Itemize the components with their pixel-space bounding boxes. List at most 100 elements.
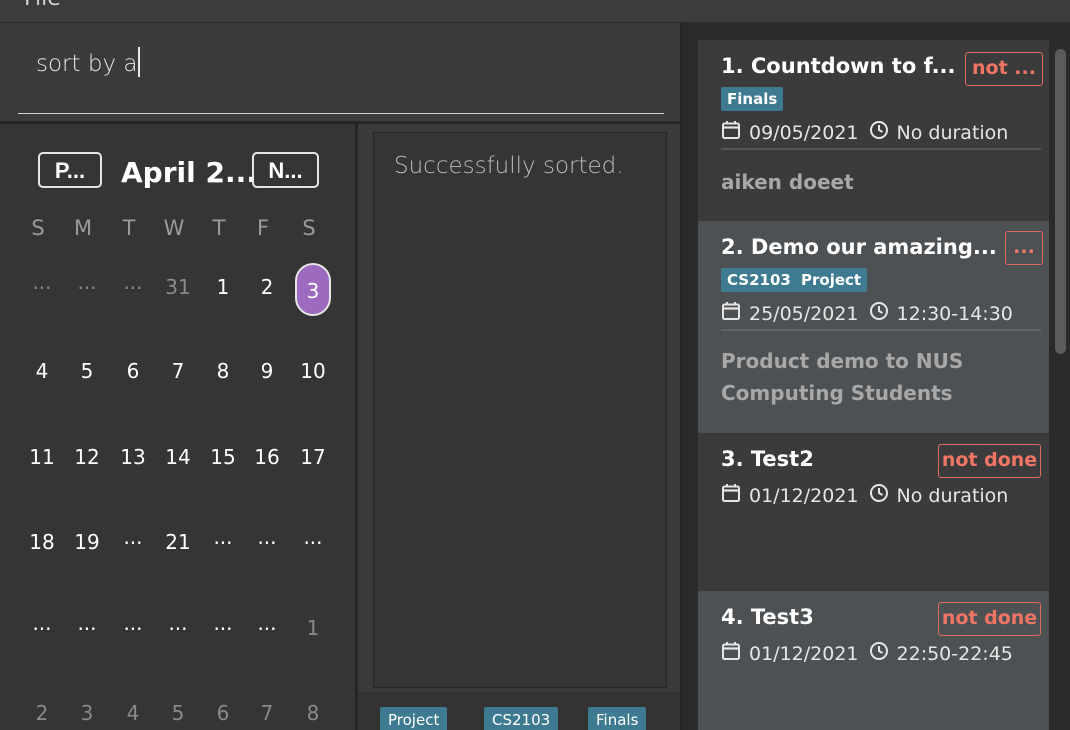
status-badge: ... bbox=[1005, 231, 1043, 265]
calendar-day-other-month[interactable]: ... bbox=[67, 270, 107, 294]
task-card[interactable]: 4. Test3 not done 01/12/2021 22:50-22:45 bbox=[698, 591, 1049, 730]
calendar-day[interactable]: 9 bbox=[247, 359, 287, 383]
calendar-day[interactable]: 5 bbox=[67, 359, 107, 383]
task-duration: No duration bbox=[896, 484, 1009, 507]
scrollbar[interactable] bbox=[1051, 23, 1070, 730]
calendar-day[interactable]: 15 bbox=[203, 445, 243, 469]
card-divider bbox=[721, 329, 1041, 331]
task-tag: Finals bbox=[721, 87, 784, 111]
task-title: 1. Countdown to f... bbox=[721, 54, 956, 78]
task-date: 25/05/2021 bbox=[749, 302, 859, 325]
weekday-label: S bbox=[31, 216, 45, 240]
task-title: 2. Demo our amazing... bbox=[721, 235, 997, 259]
task-duration: No duration bbox=[896, 121, 1009, 144]
result-message: Successfully sorted. bbox=[394, 153, 624, 179]
calendar-day[interactable]: 10 bbox=[293, 359, 333, 383]
calendar-day-other-month[interactable]: ... bbox=[22, 270, 62, 294]
result-display: Successfully sorted. bbox=[373, 132, 667, 688]
calendar-day[interactable]: 17 bbox=[293, 445, 333, 469]
task-duration: 12:30-14:30 bbox=[896, 302, 1013, 325]
calendar-day[interactable]: 2 bbox=[247, 275, 287, 299]
command-text[interactable]: sort by a bbox=[36, 47, 140, 77]
calendar-day[interactable]: 8 bbox=[203, 359, 243, 383]
status-badge: not done bbox=[938, 602, 1041, 636]
clock-icon bbox=[869, 120, 889, 145]
task-meta: 25/05/2021 12:30-14:30 bbox=[721, 301, 1013, 326]
calendar-day[interactable]: ... bbox=[247, 611, 287, 635]
calendar-day-other-month[interactable]: 5 bbox=[158, 701, 198, 725]
calendar-day-today[interactable]: 3 bbox=[295, 263, 331, 316]
calendar-day-other-month[interactable]: ... bbox=[113, 270, 153, 294]
next-month-button[interactable]: N... bbox=[252, 152, 319, 188]
task-card[interactable]: 3. Test2 not done 01/12/2021 No duration bbox=[698, 433, 1049, 591]
tag-filter-project[interactable]: Project bbox=[380, 707, 448, 730]
weekday-label: F bbox=[256, 216, 270, 240]
status-badge: not ... bbox=[965, 52, 1043, 86]
weekday-label: S bbox=[302, 216, 316, 240]
task-description: aiken doeet bbox=[721, 170, 854, 194]
calendar-day[interactable]: 18 bbox=[22, 530, 62, 554]
calendar-day[interactable]: 14 bbox=[158, 445, 198, 469]
card-divider bbox=[721, 148, 1041, 150]
prev-month-button[interactable]: P... bbox=[38, 152, 102, 188]
calendar-day-other-month[interactable]: 3 bbox=[67, 701, 107, 725]
menu-file[interactable]: File bbox=[24, 0, 61, 11]
tag-filter-finals[interactable]: Finals bbox=[588, 707, 647, 730]
calendar-day[interactable]: 11 bbox=[22, 445, 62, 469]
calendar-day[interactable]: 12 bbox=[67, 445, 107, 469]
calendar-day[interactable]: 13 bbox=[113, 445, 153, 469]
task-meta: 01/12/2021 No duration bbox=[721, 483, 1008, 508]
task-title: 4. Test3 bbox=[721, 605, 814, 629]
calendar-day[interactable]: ... bbox=[203, 525, 243, 549]
calendar-day[interactable]: ... bbox=[293, 525, 333, 549]
calendar-day[interactable]: 21 bbox=[158, 530, 198, 554]
calendar-day-other-month[interactable]: 6 bbox=[203, 701, 243, 725]
calendar-day[interactable]: 19 bbox=[67, 530, 107, 554]
calendar-day[interactable]: ... bbox=[203, 611, 243, 635]
calendar-day-other-month[interactable]: 7 bbox=[247, 701, 287, 725]
clock-icon bbox=[869, 483, 889, 508]
app-window: File sort by a P... April 2... N... S M T W… bbox=[0, 0, 1070, 730]
scrollbar-thumb[interactable] bbox=[1055, 49, 1066, 354]
calendar-day[interactable]: 16 bbox=[247, 445, 287, 469]
calendar-day[interactable]: 6 bbox=[113, 359, 153, 383]
clock-icon bbox=[869, 641, 889, 666]
calendar-day-other-month[interactable]: 4 bbox=[113, 701, 153, 725]
task-list: 1. Countdown to f... not ... Finals 09/0… bbox=[683, 23, 1070, 730]
calendar-day[interactable]: ... bbox=[113, 525, 153, 549]
status-badge: not done bbox=[938, 444, 1041, 478]
weekday-label: M bbox=[73, 216, 93, 240]
task-tag: CS2103 bbox=[721, 268, 797, 292]
calendar-day[interactable]: ... bbox=[113, 611, 153, 635]
calendar-day-other-month[interactable]: 31 bbox=[158, 275, 198, 299]
calendar-day[interactable]: 1 bbox=[203, 275, 243, 299]
calendar-day[interactable]: ... bbox=[67, 611, 107, 635]
task-meta: 01/12/2021 22:50-22:45 bbox=[721, 641, 1013, 666]
task-duration: 22:50-22:45 bbox=[896, 642, 1013, 665]
clock-icon bbox=[869, 301, 889, 326]
calendar-day[interactable]: ... bbox=[158, 611, 198, 635]
weekday-label: T bbox=[122, 216, 136, 240]
calendar-icon bbox=[721, 483, 741, 508]
calendar-day[interactable]: 7 bbox=[158, 359, 198, 383]
weekday-label: T bbox=[212, 216, 226, 240]
result-panel: Successfully sorted. bbox=[358, 124, 680, 692]
calendar-day[interactable]: ... bbox=[247, 525, 287, 549]
task-card[interactable]: 2. Demo our amazing... ... CS2103 Projec… bbox=[698, 221, 1049, 433]
calendar-day-other-month[interactable]: 8 bbox=[293, 701, 333, 725]
command-value: sort by a bbox=[36, 51, 138, 77]
weekday-label: W bbox=[163, 216, 185, 240]
task-date: 01/12/2021 bbox=[749, 642, 859, 665]
command-area: sort by a bbox=[0, 23, 680, 121]
calendar-panel: P... April 2... N... S M T W T F S......... 31 1… bbox=[0, 124, 355, 730]
calendar-day[interactable]: 4 bbox=[22, 359, 62, 383]
tag-filter-cs2103[interactable]: CS2103 bbox=[484, 707, 559, 730]
calendar-month-label: April 2... bbox=[121, 156, 257, 189]
task-date: 01/12/2021 bbox=[749, 484, 859, 507]
calendar-day-other-month[interactable]: 2 bbox=[22, 701, 62, 725]
task-card[interactable]: 1. Countdown to f... not ... Finals 09/0… bbox=[698, 40, 1049, 221]
calendar-day-other-month[interactable]: 1 bbox=[293, 616, 333, 640]
task-meta: 09/05/2021 No duration bbox=[721, 120, 1008, 145]
calendar-day[interactable]: ... bbox=[22, 611, 62, 635]
tag-filter-bar: Project CS2103 Finals bbox=[358, 692, 680, 730]
